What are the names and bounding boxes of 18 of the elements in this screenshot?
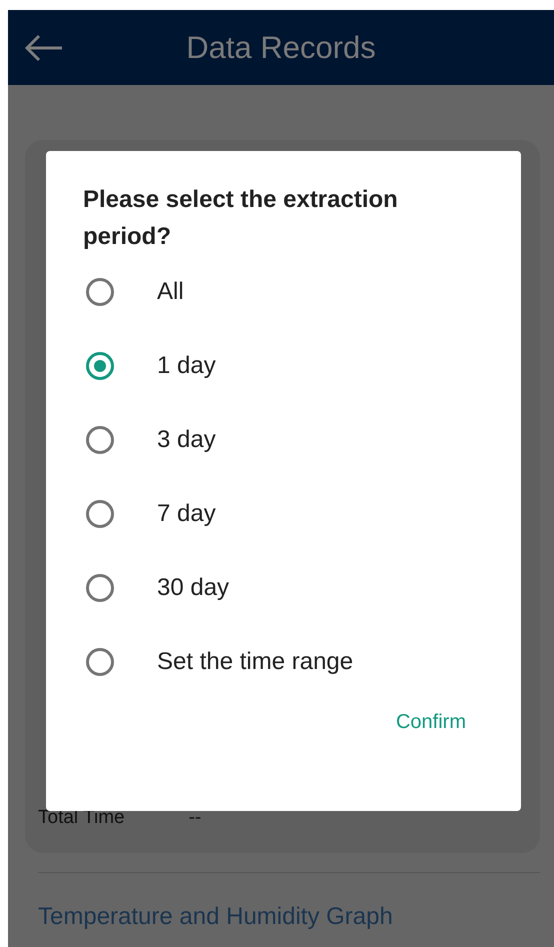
section-heading: Temperature and Humidity Graph — [38, 903, 393, 932]
radio-button[interactable] — [86, 352, 114, 380]
radio-button[interactable] — [86, 500, 114, 528]
option-label[interactable]: 30 day — [157, 574, 230, 602]
option-label[interactable]: Set the time range — [157, 648, 354, 676]
screen-title: Data Records — [186, 30, 376, 66]
option-label[interactable]: 7 day — [157, 500, 216, 528]
radio-button[interactable] — [86, 278, 114, 306]
radio-button[interactable] — [86, 426, 114, 454]
radio-button[interactable] — [86, 574, 114, 602]
field-value: -- — [188, 807, 202, 830]
radio-button[interactable] — [86, 648, 114, 676]
confirm-button[interactable]: Confirm — [396, 705, 466, 740]
option-label[interactable]: 3 day — [157, 426, 216, 454]
back-button[interactable] — [24, 34, 64, 62]
dialog-title: Please select the extraction period? — [83, 185, 399, 252]
option-label[interactable]: 1 day — [157, 352, 216, 380]
option-label[interactable]: All — [157, 278, 184, 306]
